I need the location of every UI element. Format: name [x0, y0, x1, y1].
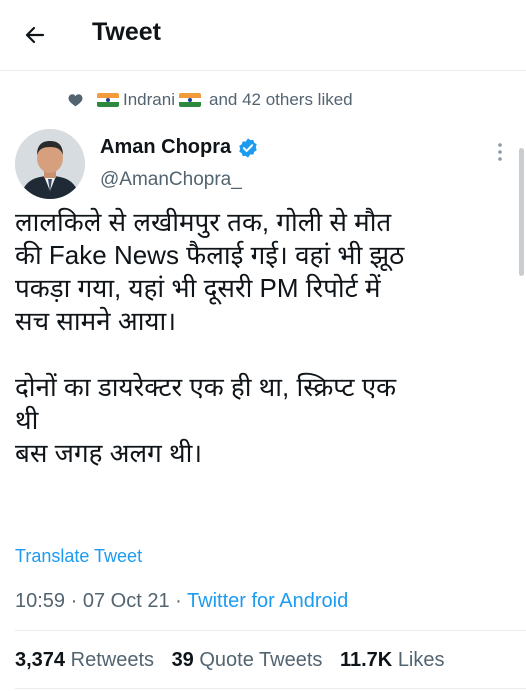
- tweet-text-line: बस जगह अलग थी।: [15, 438, 203, 468]
- more-vertical-icon: [498, 143, 502, 161]
- likes-count: 11.7K: [339, 649, 393, 671]
- tweet-date[interactable]: 07 Oct 21: [83, 590, 170, 612]
- tweet-time[interactable]: 10:59: [15, 590, 65, 612]
- tweet-text-line: पकड़ा गया, यहां भी दूसरी PM रिपोर्ट में: [15, 273, 381, 303]
- engagement-stats: 3,374 Retweets 39 Quote Tweets 11.7K Lik…: [15, 649, 457, 672]
- divider: [15, 688, 526, 689]
- tweet-metadata: 10:59 · 07 Oct 21 · Twitter for Android: [15, 590, 348, 613]
- quote-tweets-stat[interactable]: 39 Quote Tweets: [172, 649, 328, 671]
- meta-separator: ·: [175, 590, 182, 612]
- liked-by-text: and 42 others liked: [208, 90, 353, 109]
- social-context[interactable]: Indrani and 42 others liked: [68, 89, 353, 111]
- verified-badge-icon: [237, 137, 259, 159]
- tweet-text-line: दोनों का डायरेक्टर एक ही था, स्क्रिप्ट ए…: [15, 372, 397, 402]
- author-handle[interactable]: @AmanChopra_: [100, 169, 242, 191]
- tweet-source-link[interactable]: Twitter for Android: [187, 590, 348, 612]
- page-title: Tweet: [92, 18, 161, 46]
- tweet-text-line: की Fake News फैलाई गई। वहां भी झूठ: [15, 240, 405, 270]
- india-flag-icon: [97, 93, 119, 107]
- likes-stat[interactable]: 11.7K Likes: [340, 649, 445, 671]
- divider: [15, 630, 526, 631]
- tweet-text: लालकिले से लखीमपुर तक, गोली से मौत की Fa…: [15, 206, 511, 470]
- likes-label: Likes: [397, 649, 445, 671]
- tweet-text-line: थी: [15, 405, 39, 435]
- india-flag-icon: [178, 93, 201, 107]
- retweets-count: 3,374: [15, 649, 66, 671]
- tweet-text-line: सच सामने आया।: [15, 306, 177, 336]
- back-button[interactable]: [20, 20, 50, 50]
- author-name-text[interactable]: Aman Chopra: [100, 136, 231, 159]
- arrow-left-icon: [25, 26, 45, 44]
- scrollbar-thumb[interactable]: [519, 148, 524, 276]
- quote-tweets-count: 39: [171, 649, 194, 671]
- more-options-button[interactable]: [490, 140, 510, 164]
- author-name[interactable]: Aman Chopra: [100, 136, 259, 159]
- tweet-text-line: लालकिले से लखीमपुर तक, गोली से मौत: [15, 207, 392, 237]
- top-bar: Tweet: [0, 0, 526, 71]
- retweets-label: Retweets: [70, 649, 154, 671]
- heart-icon: [68, 93, 83, 108]
- quote-tweets-label: Quote Tweets: [199, 649, 323, 671]
- meta-separator: ·: [70, 590, 78, 612]
- translate-tweet-link[interactable]: Translate Tweet: [15, 546, 142, 567]
- avatar[interactable]: [15, 129, 85, 199]
- liker-name[interactable]: Indrani: [123, 90, 175, 110]
- retweets-stat[interactable]: 3,374 Retweets: [15, 649, 160, 671]
